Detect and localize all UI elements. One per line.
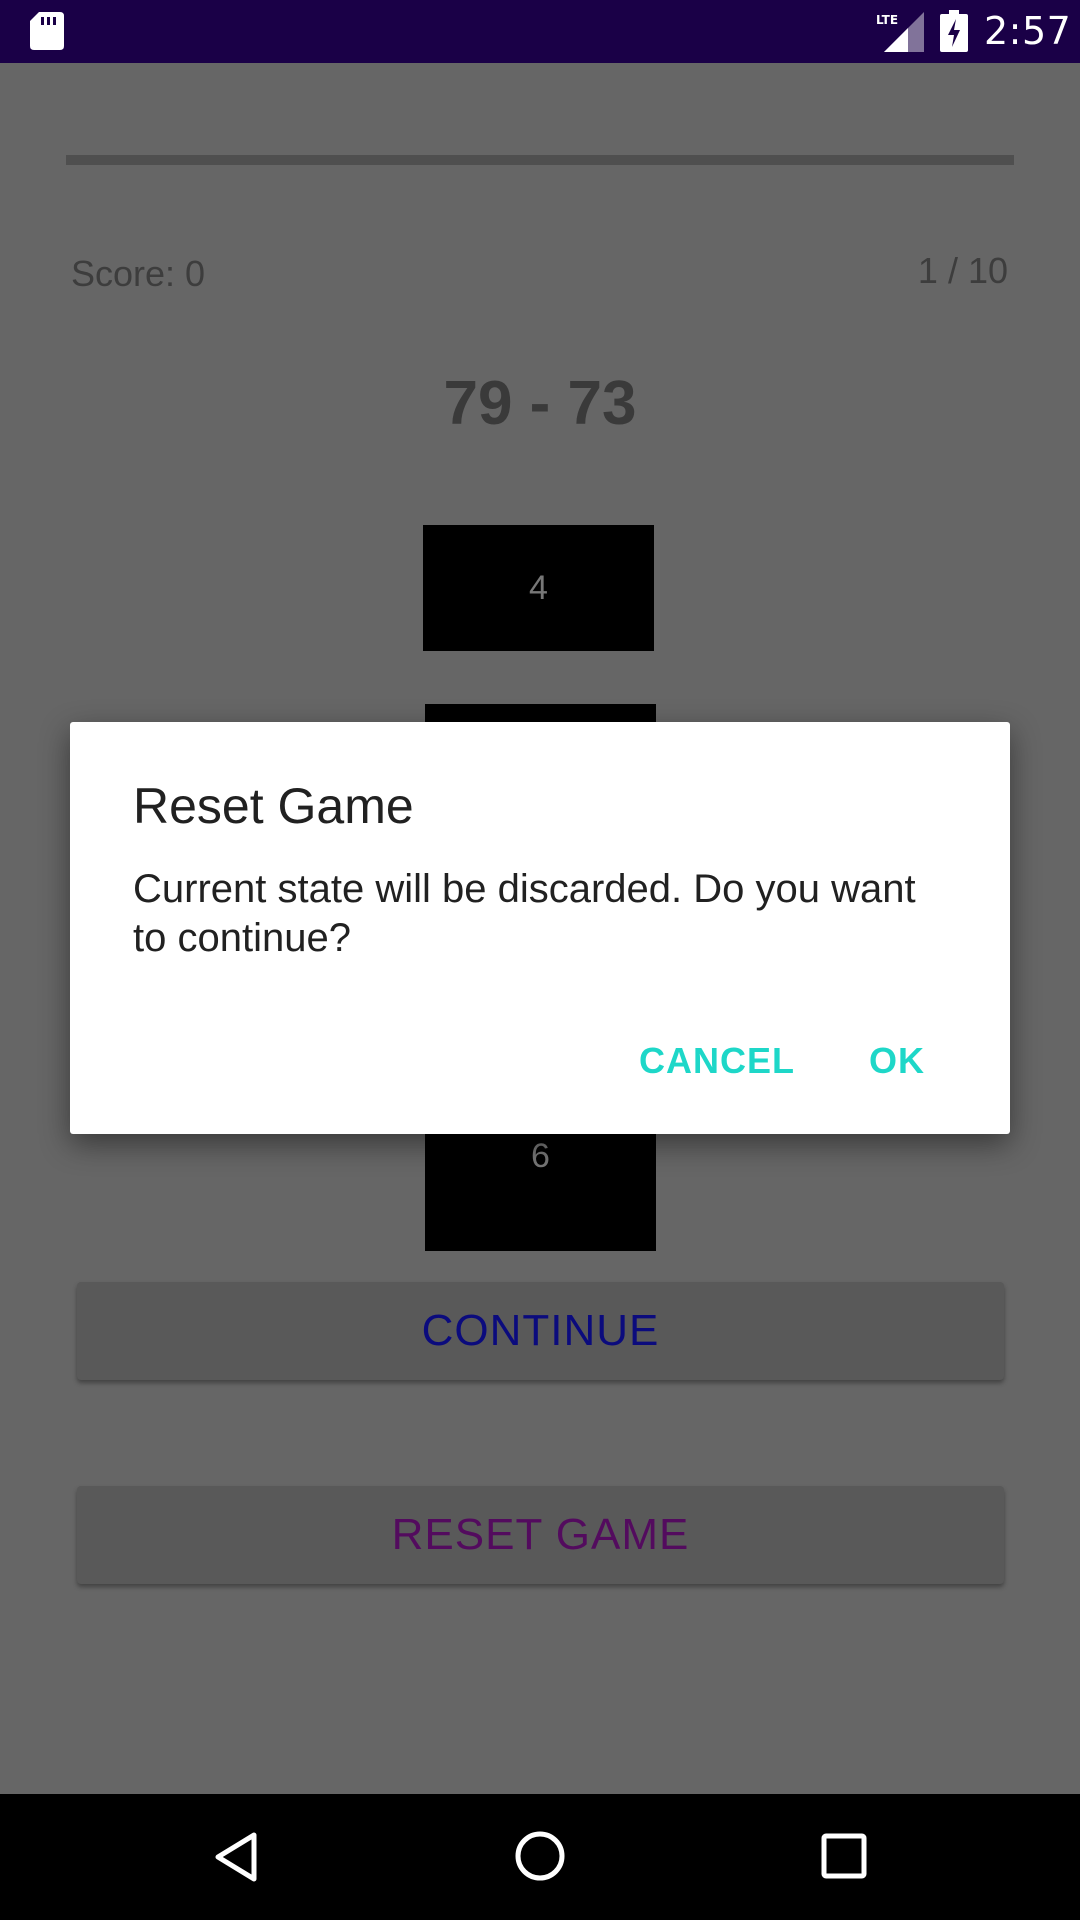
- answer-option-label: 6: [531, 1136, 550, 1175]
- ok-button[interactable]: OK: [869, 1040, 925, 1082]
- svg-text:LTE: LTE: [876, 13, 898, 27]
- home-icon[interactable]: [512, 1828, 568, 1884]
- question-text: 79 - 73: [443, 369, 637, 438]
- answer-option-4[interactable]: 6: [425, 1125, 656, 1251]
- score-label: Score: 0: [71, 253, 206, 294]
- navigation-bar: [0, 1794, 1080, 1920]
- answer-option-1[interactable]: 4: [423, 525, 654, 651]
- dialog-title: Reset Game: [133, 778, 414, 834]
- game-progress-bar: [66, 155, 1014, 165]
- lte-signal-icon: LTE: [876, 12, 924, 52]
- cancel-button[interactable]: CANCEL: [639, 1040, 795, 1082]
- reset-game-button[interactable]: RESET GAME: [77, 1486, 1004, 1584]
- dialog-message: Current state will be discarded. Do you …: [133, 867, 916, 960]
- reset-game-dialog: Reset Game Current state will be discard…: [70, 722, 1010, 1134]
- sd-card-icon: [30, 12, 64, 50]
- round-counter: 1 / 10: [917, 250, 1008, 291]
- recents-icon[interactable]: [820, 1832, 868, 1880]
- battery-charging-icon: [940, 10, 968, 52]
- back-icon[interactable]: [210, 1829, 266, 1885]
- clock: 2:57: [984, 9, 1072, 53]
- answer-option-label: 4: [529, 568, 548, 607]
- status-bar: LTE 2:57: [0, 0, 1080, 63]
- continue-button[interactable]: CONTINUE: [77, 1282, 1004, 1380]
